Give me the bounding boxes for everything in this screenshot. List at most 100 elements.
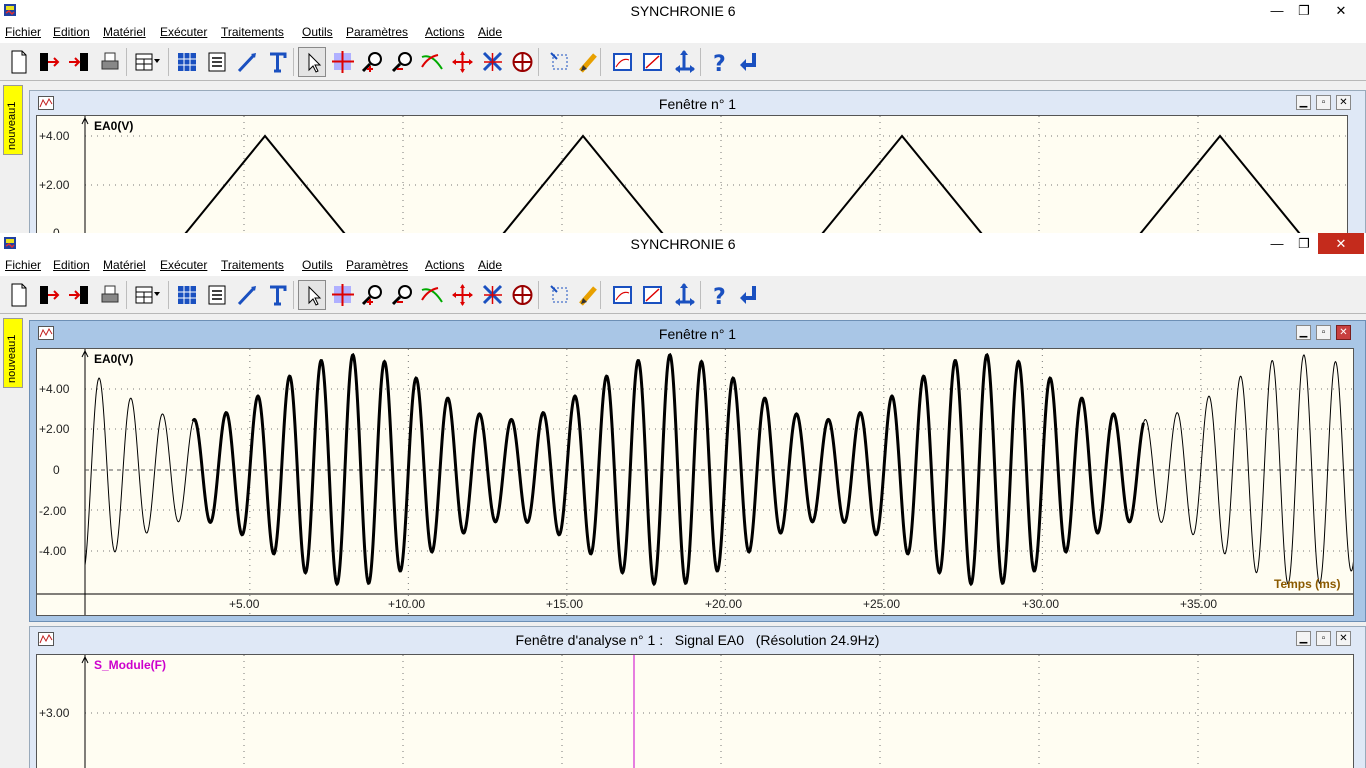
menu-fichier[interactable]: Fichier: [5, 25, 41, 39]
close-button[interactable]: ✕: [1318, 233, 1364, 254]
list-button[interactable]: [203, 47, 231, 77]
graph-window-maximize[interactable]: ▫: [1316, 325, 1331, 340]
graph-window-minimize[interactable]: ▁: [1296, 325, 1311, 340]
analysis-window-title: Fenêtre d'analyse n° 1 : Signal EA0 (Rés…: [515, 632, 880, 648]
menu-aide[interactable]: Aide: [478, 258, 502, 272]
graph-window-titlebar[interactable]: Fenêtre n° 1 ▁ ▫ ✕: [30, 91, 1365, 115]
menu-edition[interactable]: Edition: [53, 258, 90, 272]
pencil-button[interactable]: [575, 47, 603, 77]
open-file-button[interactable]: [35, 280, 63, 310]
zoom-out-icon: [391, 52, 412, 73]
select-region-button[interactable]: [545, 280, 573, 310]
layout-dropdown-button[interactable]: [133, 280, 167, 310]
zoom-in-button[interactable]: [358, 47, 386, 77]
restore-button[interactable]: ❐: [1290, 233, 1318, 254]
pointer-button[interactable]: [298, 47, 326, 77]
menu-edition[interactable]: Edition: [53, 25, 90, 39]
menu-materiel[interactable]: Matériel: [103, 258, 146, 272]
side-tab-nouveau1[interactable]: nouveau1: [3, 85, 23, 155]
zoom-out-button[interactable]: [388, 280, 416, 310]
minimize-button[interactable]: —: [1264, 0, 1290, 21]
save-file-button[interactable]: [65, 47, 93, 77]
menu-executer[interactable]: Exécuter: [160, 25, 207, 39]
menu-outils[interactable]: Outils: [302, 25, 333, 39]
pointer-button[interactable]: [298, 280, 326, 310]
pencil-button[interactable]: [575, 280, 603, 310]
select-region-button[interactable]: [545, 47, 573, 77]
restore-button[interactable]: ❐: [1290, 0, 1318, 21]
help-button[interactable]: ?: [704, 280, 732, 310]
graph-window-titlebar[interactable]: Fenêtre n° 1 ▁ ▫ ✕: [30, 321, 1365, 345]
plot-area-analysis[interactable]: S_Module(F) +3.00: [36, 654, 1354, 768]
minimize-button[interactable]: —: [1264, 233, 1290, 254]
graph-window-maximize[interactable]: ▫: [1316, 95, 1331, 110]
curve-button[interactable]: [418, 280, 446, 310]
axes-button[interactable]: [670, 47, 698, 77]
curve-button[interactable]: [418, 47, 446, 77]
return-button[interactable]: [734, 47, 762, 77]
graph-window-minimize[interactable]: ▁: [1296, 95, 1311, 110]
analysis-window-titlebar[interactable]: Fenêtre d'analyse n° 1 : Signal EA0 (Rés…: [30, 627, 1365, 651]
analysis-window-maximize[interactable]: ▫: [1316, 631, 1331, 646]
table-button[interactable]: [173, 280, 201, 310]
target-button[interactable]: [508, 280, 536, 310]
menu-traitements[interactable]: Traitements: [221, 258, 284, 272]
menu-actions[interactable]: Actions: [425, 258, 464, 272]
new-file-button[interactable]: [5, 280, 33, 310]
toolbar-separator: [600, 281, 601, 309]
collapse-button[interactable]: [478, 280, 506, 310]
menu-traitements[interactable]: Traitements: [221, 25, 284, 39]
zoom-in-button[interactable]: [358, 280, 386, 310]
toolbar-separator: [700, 281, 701, 309]
graph-window-title: Fenêtre n° 1: [658, 326, 737, 342]
list-button[interactable]: [203, 280, 231, 310]
open-file-button[interactable]: [35, 47, 63, 77]
analysis-window-minimize[interactable]: ▁: [1296, 631, 1311, 646]
y-tick-label: +2.00: [39, 178, 70, 192]
text-tool-button[interactable]: [263, 47, 291, 77]
text-tool-button[interactable]: [263, 280, 291, 310]
menu-parametres[interactable]: Paramètres: [346, 258, 408, 272]
menu-aide[interactable]: Aide: [478, 25, 502, 39]
pointer-icon: [308, 52, 322, 73]
plot-area-main[interactable]: EA0(V) +4.00 +2.00 0 -2.00 -4.00 +5.00 +…: [36, 348, 1354, 616]
open-file-icon: [40, 53, 60, 71]
graph-window-close[interactable]: ✕: [1336, 325, 1351, 340]
zoom-out-button[interactable]: [388, 47, 416, 77]
fit-graph-button[interactable]: [608, 47, 636, 77]
fit-graph-button[interactable]: [608, 280, 636, 310]
plot-area-top[interactable]: EA0(V) +4.00 +2.00 0: [36, 115, 1348, 233]
print-button[interactable]: [96, 47, 124, 77]
analysis-window-close[interactable]: ✕: [1336, 631, 1351, 646]
graph-diagonal-button[interactable]: [638, 47, 666, 77]
crosshair-button[interactable]: [328, 47, 356, 77]
collapse-button[interactable]: [478, 47, 506, 77]
layout-dropdown-button[interactable]: [133, 47, 167, 77]
side-tab-nouveau1[interactable]: nouveau1: [3, 318, 23, 388]
menu-materiel[interactable]: Matériel: [103, 25, 146, 39]
spread-button[interactable]: [448, 47, 476, 77]
save-file-icon: [69, 286, 88, 304]
save-file-button[interactable]: [65, 280, 93, 310]
spread-button[interactable]: [448, 280, 476, 310]
menu-fichier[interactable]: Fichier: [5, 258, 41, 272]
target-button[interactable]: [508, 47, 536, 77]
pen-button[interactable]: [233, 47, 261, 77]
menu-outils[interactable]: Outils: [302, 258, 333, 272]
menu-parametres[interactable]: Paramètres: [346, 25, 408, 39]
return-icon: [740, 53, 756, 71]
crosshair-button[interactable]: [328, 280, 356, 310]
close-button[interactable]: ✕: [1318, 0, 1364, 21]
help-icon: ?: [713, 285, 726, 310]
pen-button[interactable]: [233, 280, 261, 310]
menu-actions[interactable]: Actions: [425, 25, 464, 39]
print-button[interactable]: [96, 280, 124, 310]
help-button[interactable]: ?: [704, 47, 732, 77]
table-button[interactable]: [173, 47, 201, 77]
return-button[interactable]: [734, 280, 762, 310]
menu-executer[interactable]: Exécuter: [160, 258, 207, 272]
new-file-button[interactable]: [5, 47, 33, 77]
graph-diagonal-button[interactable]: [638, 280, 666, 310]
graph-window-close[interactable]: ✕: [1336, 95, 1351, 110]
axes-button[interactable]: [670, 280, 698, 310]
